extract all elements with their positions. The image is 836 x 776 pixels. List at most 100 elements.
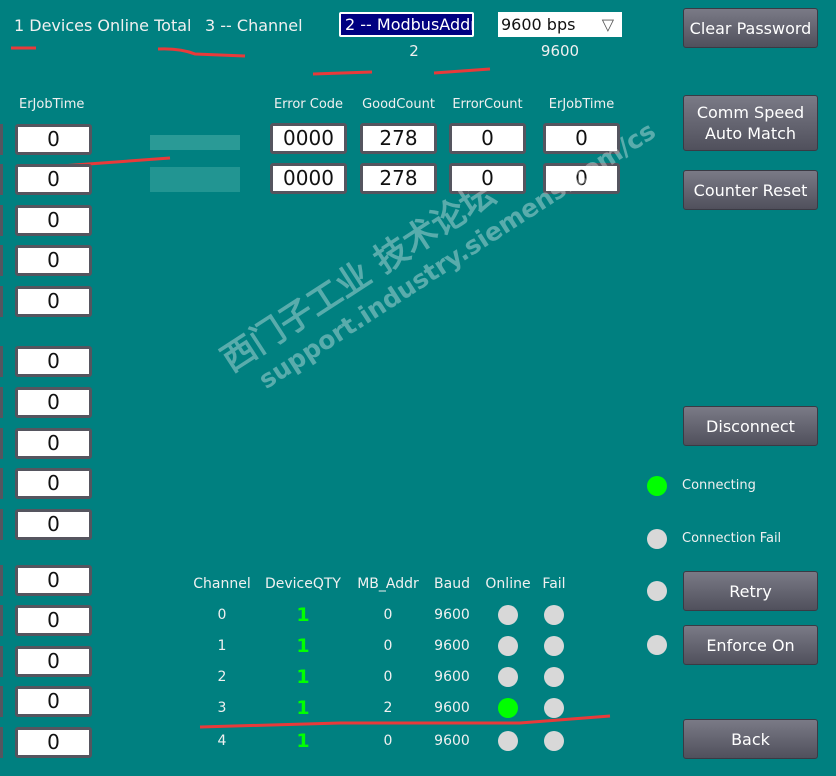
- channel-addr: 0: [383, 669, 393, 685]
- field-value: 0: [18, 512, 89, 537]
- row-stub: [0, 509, 3, 540]
- online-indicator: [498, 667, 518, 687]
- enforce-on-indicator: [647, 635, 667, 655]
- channel-qty: 1: [296, 666, 310, 688]
- disconnect-button[interactable]: Disconnect: [683, 406, 818, 446]
- device-column-header: Error Code: [273, 97, 344, 112]
- left-erjobtime-field[interactable]: 0: [15, 565, 92, 596]
- row-stub: [0, 245, 3, 276]
- clear-password-button[interactable]: Clear Password: [683, 8, 818, 48]
- channel-channel: 2: [217, 669, 227, 685]
- device-column-header: GoodCount: [362, 97, 435, 112]
- device-field[interactable]: 278: [360, 123, 437, 154]
- field-value: 0: [18, 248, 89, 273]
- back-button[interactable]: Back: [683, 719, 818, 759]
- comm-speed-auto-match-button[interactable]: Comm Speed Auto Match: [683, 95, 818, 151]
- field-value: 0: [18, 167, 89, 192]
- left-erjobtime-field[interactable]: 0: [15, 509, 92, 540]
- left-erjobtime-field[interactable]: 0: [15, 124, 92, 155]
- left-erjobtime-field[interactable]: 0: [15, 686, 92, 717]
- online-indicator: [498, 698, 518, 718]
- channel-addr: 0: [383, 607, 393, 623]
- fail-indicator: [544, 605, 564, 625]
- device-field[interactable]: 0000: [270, 123, 347, 154]
- row-stub: [0, 164, 3, 195]
- field-value: 0: [18, 289, 89, 314]
- field-value: 0000: [273, 166, 344, 191]
- device-column-header: ErrorCount: [452, 97, 523, 112]
- channel-baud: 9600: [434, 607, 470, 623]
- connection-fail-indicator: [647, 529, 667, 549]
- row-stub: [0, 428, 3, 459]
- connecting-label: Connecting: [682, 478, 756, 493]
- field-value: 0: [18, 730, 89, 755]
- field-value: 0: [18, 431, 89, 456]
- blurred-text: [150, 167, 240, 192]
- device-field[interactable]: 0000: [270, 163, 347, 194]
- channel-baud: 9600: [434, 700, 470, 716]
- row-stub: [0, 387, 3, 418]
- field-value: 278: [363, 166, 434, 191]
- blurred-text: [150, 135, 240, 150]
- channel-qty: 1: [296, 635, 310, 657]
- channel-channel: 4: [217, 733, 227, 749]
- channel-table-header: Fail: [542, 576, 566, 592]
- left-erjobtime-field[interactable]: 0: [15, 205, 92, 236]
- fail-indicator: [544, 636, 564, 656]
- fail-indicator: [544, 731, 564, 751]
- online-indicator: [498, 731, 518, 751]
- left-erjobtime-field[interactable]: 0: [15, 346, 92, 377]
- fail-indicator: [544, 698, 564, 718]
- left-erjobtime-field[interactable]: 0: [15, 286, 92, 317]
- enforce-on-button[interactable]: Enforce On: [683, 625, 818, 665]
- left-erjobtime-field[interactable]: 0: [15, 245, 92, 276]
- connecting-indicator: [647, 476, 667, 496]
- field-value: 0: [18, 568, 89, 593]
- row-stub: [0, 646, 3, 677]
- channel-qty: 1: [296, 697, 310, 719]
- left-erjobtime-header: ErJobTime: [19, 97, 85, 112]
- counter-reset-button[interactable]: Counter Reset: [683, 170, 818, 210]
- channel-channel: 3: [217, 700, 227, 716]
- row-stub: [0, 686, 3, 717]
- channel-qty: 1: [296, 730, 310, 752]
- channel-table-header: Channel: [193, 576, 251, 592]
- left-erjobtime-field[interactable]: 0: [15, 428, 92, 459]
- left-erjobtime-field[interactable]: 0: [15, 727, 92, 758]
- row-stub: [0, 605, 3, 636]
- field-value: 0: [18, 390, 89, 415]
- field-value: 0: [18, 127, 89, 152]
- row-stub: [0, 565, 3, 596]
- row-stub: [0, 727, 3, 758]
- left-erjobtime-field[interactable]: 0: [15, 646, 92, 677]
- channel-addr: 2: [383, 700, 393, 716]
- field-value: 0: [18, 689, 89, 714]
- channel-addr: 0: [383, 638, 393, 654]
- row-stub: [0, 286, 3, 317]
- field-value: 0: [18, 471, 89, 496]
- left-erjobtime-field[interactable]: 0: [15, 468, 92, 499]
- field-value: 0000: [273, 126, 344, 151]
- device-field[interactable]: 278: [360, 163, 437, 194]
- left-erjobtime-field[interactable]: 0: [15, 387, 92, 418]
- online-indicator: [498, 636, 518, 656]
- left-erjobtime-field[interactable]: 0: [15, 605, 92, 636]
- retry-button[interactable]: Retry: [683, 571, 818, 611]
- left-erjobtime-field[interactable]: 0: [15, 164, 92, 195]
- channel-baud: 9600: [434, 638, 470, 654]
- channel-channel: 1: [217, 638, 227, 654]
- channel-baud: 9600: [434, 669, 470, 685]
- row-stub: [0, 468, 3, 499]
- channel-baud: 9600: [434, 733, 470, 749]
- online-indicator: [498, 605, 518, 625]
- row-stub: [0, 346, 3, 377]
- row-stub: [0, 205, 3, 236]
- field-value: 0: [18, 649, 89, 674]
- fail-indicator: [544, 667, 564, 687]
- row-stub: [0, 124, 3, 155]
- channel-channel: 0: [217, 607, 227, 623]
- connection-fail-label: Connection Fail: [682, 531, 782, 546]
- field-value: 0: [18, 208, 89, 233]
- retry-indicator: [647, 581, 667, 601]
- channel-addr: 0: [383, 733, 393, 749]
